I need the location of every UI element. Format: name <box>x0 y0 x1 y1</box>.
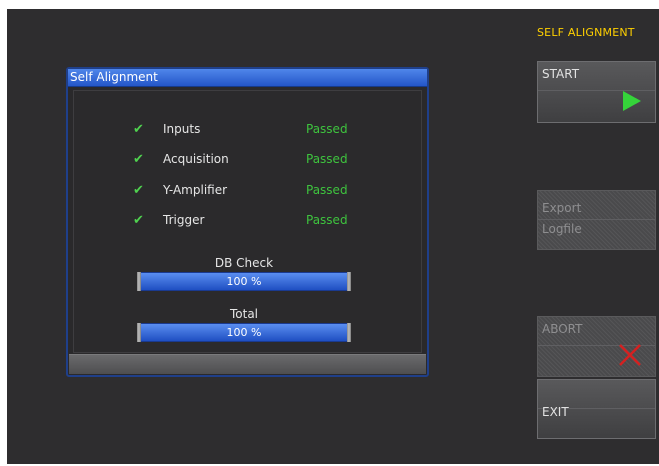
progress-cap-right <box>347 272 351 291</box>
checkmark-icon: ✔ <box>133 183 144 198</box>
result-label: Inputs <box>163 122 201 136</box>
play-icon <box>623 91 641 111</box>
result-row: ✔ Trigger Passed <box>74 212 421 230</box>
result-label: Acquisition <box>163 152 229 166</box>
logfile-label: Logfile <box>542 222 582 236</box>
result-status: Passed <box>306 213 348 227</box>
result-label: Y-Amplifier <box>163 183 228 197</box>
exit-label: EXIT <box>542 405 569 419</box>
result-status: Passed <box>306 183 348 197</box>
dialog-body: ✔ Inputs Passed ✔ Acquisition Passed ✔ Y… <box>73 90 422 353</box>
db-check-progress-value: 100 % <box>226 275 262 288</box>
softkey-divider <box>538 219 655 220</box>
export-label: Export <box>542 201 582 215</box>
progress-cap-left <box>137 272 141 291</box>
abort-button[interactable]: ABORT <box>537 316 656 377</box>
db-check-progress-bar: 100 % <box>137 272 351 291</box>
result-label: Trigger <box>163 213 205 227</box>
total-label: Total <box>229 307 259 321</box>
result-row: ✔ Y-Amplifier Passed <box>74 182 421 200</box>
exit-button[interactable]: EXIT <box>537 379 656 439</box>
checkmark-icon: ✔ <box>133 213 144 228</box>
softkey-menu-title: SELF ALIGNMENT <box>537 26 635 39</box>
progress-cap-left <box>137 323 141 342</box>
result-row: ✔ Inputs Passed <box>74 121 421 139</box>
start-button[interactable]: START <box>537 61 656 123</box>
total-progress-bar: 100 % <box>137 323 351 342</box>
start-label: START <box>542 67 580 81</box>
result-status: Passed <box>306 152 348 166</box>
self-alignment-dialog: Self Alignment ✔ Inputs Passed ✔ Acquisi… <box>66 67 429 377</box>
result-row: ✔ Acquisition Passed <box>74 151 421 169</box>
result-status: Passed <box>306 122 348 136</box>
checkmark-icon: ✔ <box>133 122 144 137</box>
dialog-status-bar <box>69 354 426 374</box>
db-check-label: DB Check <box>214 256 274 270</box>
abort-x-icon <box>619 344 641 366</box>
dialog-title: Self Alignment <box>68 69 427 87</box>
abort-label: ABORT <box>542 322 583 336</box>
export-logfile-button[interactable]: Export Logfile <box>537 190 656 250</box>
total-progress-value: 100 % <box>226 326 262 339</box>
checkmark-icon: ✔ <box>133 152 144 167</box>
progress-cap-right <box>347 323 351 342</box>
